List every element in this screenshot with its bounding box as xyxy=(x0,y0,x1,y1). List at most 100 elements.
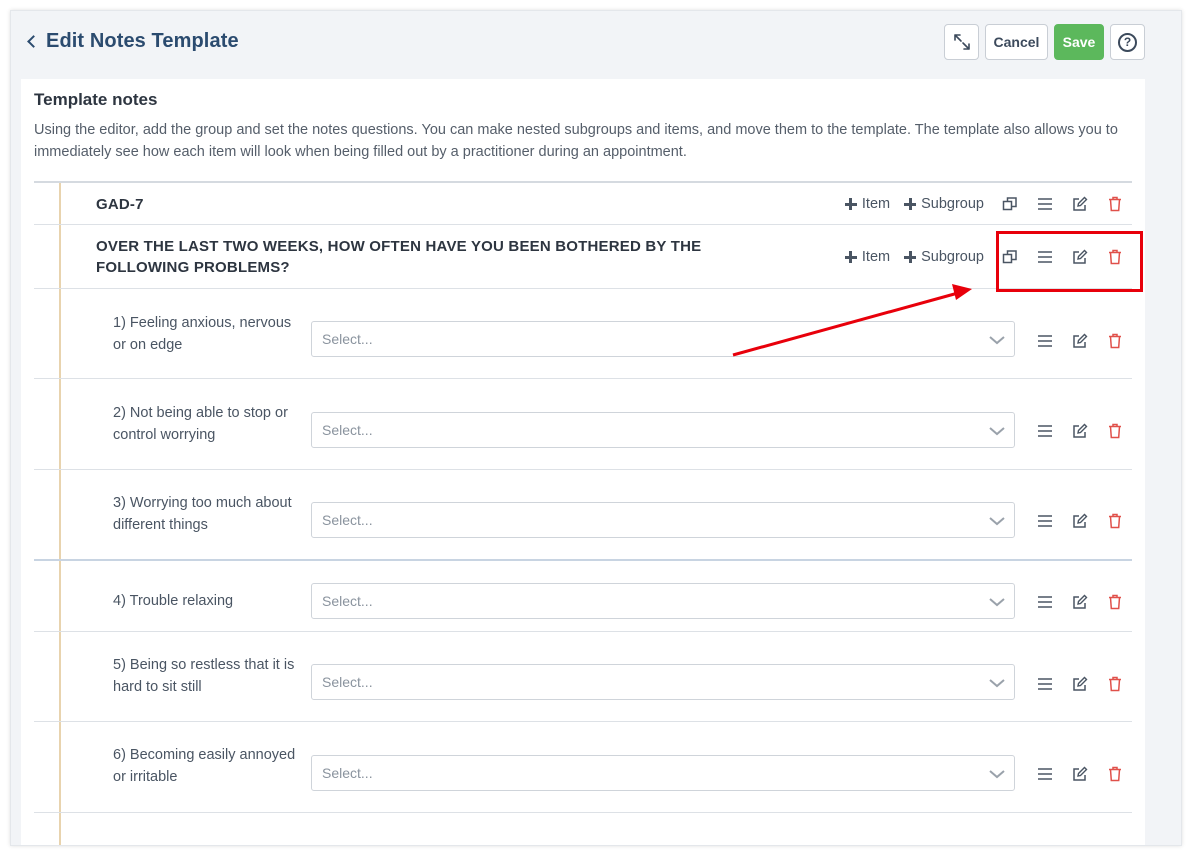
trash-icon xyxy=(1108,513,1121,529)
page-title: Edit Notes Template xyxy=(46,30,239,52)
save-button[interactable]: Save xyxy=(1054,24,1104,60)
drag-handle-icon xyxy=(1037,515,1052,527)
expand-icon xyxy=(953,34,970,50)
item-label: 5) Being so restless that it is hard to … xyxy=(113,657,295,695)
item-row[interactable]: 6) Becoming easily annoyed or irritable … xyxy=(34,722,1132,813)
select-placeholder: Select... xyxy=(322,593,373,609)
item-label: 6) Becoming easily annoyed or irritable xyxy=(113,747,296,785)
drag-handle[interactable] xyxy=(1027,329,1062,353)
add-subgroup-label: Subgroup xyxy=(921,249,984,265)
item-actions xyxy=(1027,590,1132,614)
item-select[interactable]: Select... xyxy=(311,664,1015,700)
edit-button[interactable] xyxy=(1062,762,1097,786)
add-subgroup-button[interactable]: Subgroup xyxy=(904,249,984,265)
chevron-down-icon xyxy=(989,679,1005,688)
item-label: 4) Trouble relaxing xyxy=(113,593,234,609)
add-item-button[interactable]: Item xyxy=(844,249,891,265)
help-button[interactable]: ? xyxy=(1110,24,1145,60)
chevron-down-icon xyxy=(989,598,1005,607)
item-actions xyxy=(1027,509,1132,533)
expand-button[interactable] xyxy=(944,24,979,60)
header-actions: Cancel Save ? xyxy=(944,24,1145,60)
trash-icon xyxy=(1108,196,1121,212)
drag-handle-icon xyxy=(1037,335,1052,347)
edit-button[interactable] xyxy=(1062,245,1097,269)
edit-button[interactable] xyxy=(1062,329,1097,353)
item-actions xyxy=(1027,672,1132,696)
drag-handle[interactable] xyxy=(1027,762,1062,786)
trash-icon xyxy=(1108,333,1121,349)
delete-button[interactable] xyxy=(1097,419,1132,443)
edit-button[interactable] xyxy=(1062,509,1097,533)
edit-icon xyxy=(1072,676,1087,691)
delete-button[interactable] xyxy=(1097,672,1132,696)
copy-button[interactable] xyxy=(992,192,1027,216)
delete-button[interactable] xyxy=(1097,329,1132,353)
chevron-left-icon xyxy=(27,35,40,48)
edit-icon xyxy=(1072,513,1087,528)
plus-icon xyxy=(904,251,917,263)
trash-icon xyxy=(1108,594,1121,610)
select-placeholder: Select... xyxy=(322,422,373,438)
drag-handle[interactable] xyxy=(1027,245,1062,269)
item-label: 2) Not being able to stop or control wor… xyxy=(113,405,288,443)
plus-icon xyxy=(844,251,857,263)
delete-button[interactable] xyxy=(1097,509,1132,533)
trash-icon xyxy=(1108,249,1121,265)
copy-icon xyxy=(1002,250,1017,264)
back-link[interactable]: Edit Notes Template xyxy=(25,30,239,53)
drag-handle[interactable] xyxy=(1027,672,1062,696)
delete-button[interactable] xyxy=(1097,590,1132,614)
item-select[interactable]: Select... xyxy=(311,502,1015,538)
edit-icon xyxy=(1072,249,1087,264)
item-row[interactable]: 3) Worrying too much about different thi… xyxy=(34,470,1132,561)
group-row[interactable]: GAD-7 Item Subgroup xyxy=(34,181,1132,225)
app-window: Edit Notes Template Cancel Save ? Templa… xyxy=(10,10,1182,846)
trash-icon xyxy=(1108,766,1121,782)
item-row[interactable]: 5) Being so restless that it is hard to … xyxy=(34,632,1132,722)
item-select[interactable]: Select... xyxy=(311,321,1015,357)
drag-handle[interactable] xyxy=(1027,192,1062,216)
add-item-button[interactable]: Item xyxy=(844,196,890,212)
subgroup-row[interactable]: OVER THE LAST TWO WEEKS, HOW OFTEN HAVE … xyxy=(34,225,1132,289)
chevron-down-icon xyxy=(989,336,1005,345)
select-placeholder: Select... xyxy=(322,765,373,781)
item-row[interactable]: 2) Not being able to stop or control wor… xyxy=(34,379,1132,470)
edit-button[interactable] xyxy=(1062,672,1097,696)
item-label: 1) Feeling anxious, nervous or on edge xyxy=(113,315,292,353)
panel-title: Template notes xyxy=(34,90,158,109)
plus-icon xyxy=(844,198,857,210)
chevron-down-icon xyxy=(989,517,1005,526)
add-subgroup-button[interactable]: Subgroup xyxy=(904,196,984,212)
edit-button[interactable] xyxy=(1062,590,1097,614)
cancel-button[interactable]: Cancel xyxy=(985,24,1048,60)
item-row[interactable]: 1) Feeling anxious, nervous or on edge S… xyxy=(34,289,1132,379)
edit-icon xyxy=(1072,423,1087,438)
select-placeholder: Select... xyxy=(322,512,373,528)
delete-button[interactable] xyxy=(1097,245,1132,269)
drag-handle[interactable] xyxy=(1027,590,1062,614)
item-select[interactable]: Select... xyxy=(311,583,1015,619)
drag-handle-icon xyxy=(1037,678,1052,690)
drag-handle[interactable] xyxy=(1027,509,1062,533)
drag-handle[interactable] xyxy=(1027,419,1062,443)
item-label: 3) Worrying too much about different thi… xyxy=(113,495,292,533)
trash-icon xyxy=(1108,423,1121,439)
item-select[interactable]: Select... xyxy=(311,755,1015,791)
help-icon: ? xyxy=(1118,32,1137,52)
add-subgroup-label: Subgroup xyxy=(921,196,984,212)
panel-description: Using the editor, add the group and set … xyxy=(34,122,1118,160)
item-row[interactable]: 4) Trouble relaxing Select... xyxy=(34,561,1132,632)
drag-handle-icon xyxy=(1037,596,1052,608)
item-actions xyxy=(1027,329,1132,353)
item-select[interactable]: Select... xyxy=(311,412,1015,448)
chevron-down-icon xyxy=(989,427,1005,436)
group-label: GAD-7 xyxy=(96,196,144,213)
item-actions xyxy=(1027,419,1132,443)
delete-button[interactable] xyxy=(1097,192,1132,216)
copy-button[interactable] xyxy=(992,245,1027,269)
delete-button[interactable] xyxy=(1097,762,1132,786)
edit-button[interactable] xyxy=(1062,419,1097,443)
edit-button[interactable] xyxy=(1062,192,1097,216)
add-item-label: Item xyxy=(861,249,891,265)
